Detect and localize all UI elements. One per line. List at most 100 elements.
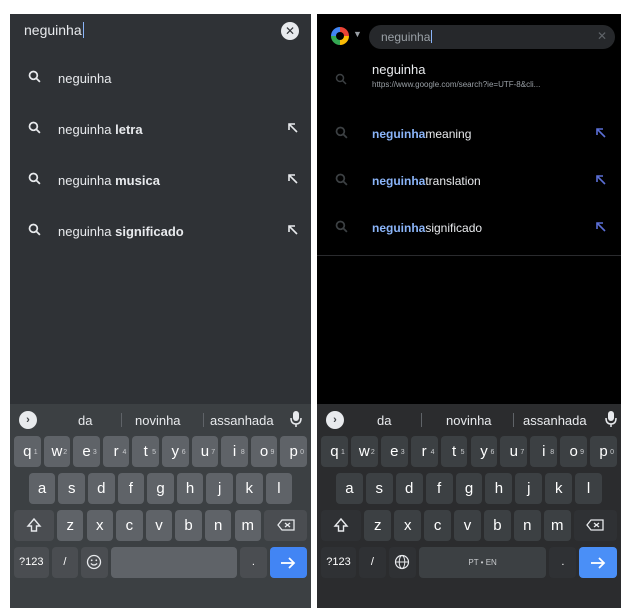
- enter-arrow-icon[interactable]: [579, 547, 617, 578]
- slash-key[interactable]: /: [51, 547, 79, 578]
- key[interactable]: k: [236, 473, 263, 504]
- key[interactable]: j: [206, 473, 233, 504]
- key[interactable]: y6: [162, 436, 189, 467]
- search-input[interactable]: neguinha: [24, 22, 85, 38]
- key[interactable]: m: [543, 510, 571, 541]
- key[interactable]: e3: [73, 436, 100, 467]
- key[interactable]: w2: [43, 436, 71, 467]
- enter-arrow-icon[interactable]: [269, 547, 307, 578]
- backspace-icon[interactable]: [264, 510, 307, 541]
- key[interactable]: p0: [590, 436, 617, 467]
- keyboard-suggestion[interactable]: assanhada: [210, 413, 274, 428]
- fill-query-arrow-icon[interactable]: [287, 121, 299, 139]
- key[interactable]: l: [575, 473, 603, 504]
- key[interactable]: b: [175, 510, 202, 541]
- key[interactable]: w2: [350, 436, 378, 467]
- key[interactable]: e3: [380, 436, 408, 467]
- google-logo-icon[interactable]: [331, 27, 349, 45]
- top-result[interactable]: neguinha https://www.google.com/search?i…: [317, 56, 621, 102]
- period-key[interactable]: .: [240, 547, 267, 578]
- key[interactable]: t5: [440, 436, 468, 467]
- shift-icon[interactable]: [14, 510, 54, 541]
- key[interactable]: z: [364, 510, 392, 541]
- keyboard-suggestion[interactable]: da: [78, 413, 92, 428]
- key[interactable]: n: [513, 510, 541, 541]
- expand-toolbar-icon[interactable]: ›: [326, 411, 344, 429]
- search-bar[interactable]: neguinha ✕: [369, 25, 615, 49]
- key[interactable]: x: [394, 510, 422, 541]
- fill-query-arrow-icon[interactable]: [595, 126, 607, 144]
- key[interactable]: c: [424, 510, 452, 541]
- key[interactable]: x: [86, 510, 114, 541]
- key[interactable]: t5: [132, 436, 159, 467]
- symbols-key[interactable]: ?123: [321, 547, 356, 578]
- key[interactable]: d: [88, 473, 115, 504]
- key[interactable]: h: [485, 473, 513, 504]
- suggestion-item[interactable]: neguinha letra: [10, 113, 311, 147]
- keyboard-suggestion[interactable]: novinha: [135, 413, 181, 428]
- key[interactable]: c: [116, 510, 143, 541]
- key[interactable]: s: [58, 473, 85, 504]
- suggestion-item[interactable]: neguinhatranslation: [317, 162, 621, 202]
- key[interactable]: p0: [280, 436, 307, 467]
- keyboard-suggestion[interactable]: da: [377, 413, 391, 428]
- suggestion-item[interactable]: neguinha musica: [10, 164, 311, 198]
- space-key[interactable]: PT • EN: [418, 547, 547, 578]
- search-input[interactable]: neguinha: [381, 30, 433, 44]
- emoji-icon[interactable]: [81, 547, 108, 578]
- fill-query-arrow-icon[interactable]: [595, 220, 607, 238]
- slash-key[interactable]: /: [358, 547, 386, 578]
- period-key[interactable]: .: [549, 547, 577, 578]
- suggestion-item[interactable]: neguinha significado: [10, 215, 311, 249]
- key[interactable]: j: [515, 473, 543, 504]
- key[interactable]: g: [147, 473, 174, 504]
- search-bar[interactable]: neguinha ✕: [10, 14, 311, 50]
- key[interactable]: k: [545, 473, 573, 504]
- key[interactable]: f: [117, 473, 145, 504]
- clear-icon[interactable]: ✕: [597, 29, 607, 43]
- key[interactable]: a: [28, 473, 56, 504]
- chevron-down-icon[interactable]: ▼: [353, 29, 362, 39]
- key[interactable]: h: [176, 473, 204, 504]
- suggestion-item[interactable]: neguinhasignificado: [317, 209, 621, 249]
- fill-query-arrow-icon[interactable]: [287, 223, 299, 241]
- key[interactable]: u7: [500, 436, 528, 467]
- key[interactable]: l: [265, 473, 293, 504]
- clear-icon[interactable]: ✕: [281, 22, 299, 40]
- key[interactable]: q1: [14, 436, 41, 467]
- key[interactable]: f: [425, 473, 453, 504]
- fill-query-arrow-icon[interactable]: [595, 173, 607, 191]
- keyboard-suggestion[interactable]: assanhada: [523, 413, 587, 428]
- expand-toolbar-icon[interactable]: ›: [19, 411, 37, 429]
- suggestion-item[interactable]: neguinhameaning: [317, 115, 621, 155]
- symbols-key[interactable]: ?123: [14, 547, 49, 578]
- key[interactable]: r4: [410, 436, 438, 467]
- key[interactable]: q1: [321, 436, 348, 467]
- key[interactable]: r4: [102, 436, 130, 467]
- key[interactable]: u7: [191, 436, 219, 467]
- key[interactable]: i8: [221, 436, 248, 467]
- key[interactable]: i8: [530, 436, 558, 467]
- key[interactable]: g: [455, 473, 483, 504]
- suggestion-item[interactable]: neguinha: [10, 62, 311, 96]
- key[interactable]: v: [145, 510, 173, 541]
- fill-query-arrow-icon[interactable]: [287, 172, 299, 190]
- key[interactable]: s: [365, 473, 393, 504]
- key[interactable]: o9: [250, 436, 278, 467]
- key[interactable]: m: [234, 510, 262, 541]
- key[interactable]: y6: [470, 436, 498, 467]
- globe-icon[interactable]: [388, 547, 416, 578]
- key[interactable]: b: [483, 510, 511, 541]
- key[interactable]: d: [395, 473, 423, 504]
- shift-icon[interactable]: [321, 510, 362, 541]
- key[interactable]: z: [56, 510, 84, 541]
- key[interactable]: o9: [560, 436, 588, 467]
- microphone-icon[interactable]: [605, 410, 617, 433]
- key[interactable]: a: [335, 473, 363, 504]
- microphone-icon[interactable]: [290, 410, 302, 433]
- backspace-icon[interactable]: [573, 510, 617, 541]
- space-key[interactable]: [110, 547, 238, 578]
- key[interactable]: v: [454, 510, 481, 541]
- keyboard-suggestion[interactable]: novinha: [446, 413, 492, 428]
- key[interactable]: n: [204, 510, 232, 541]
